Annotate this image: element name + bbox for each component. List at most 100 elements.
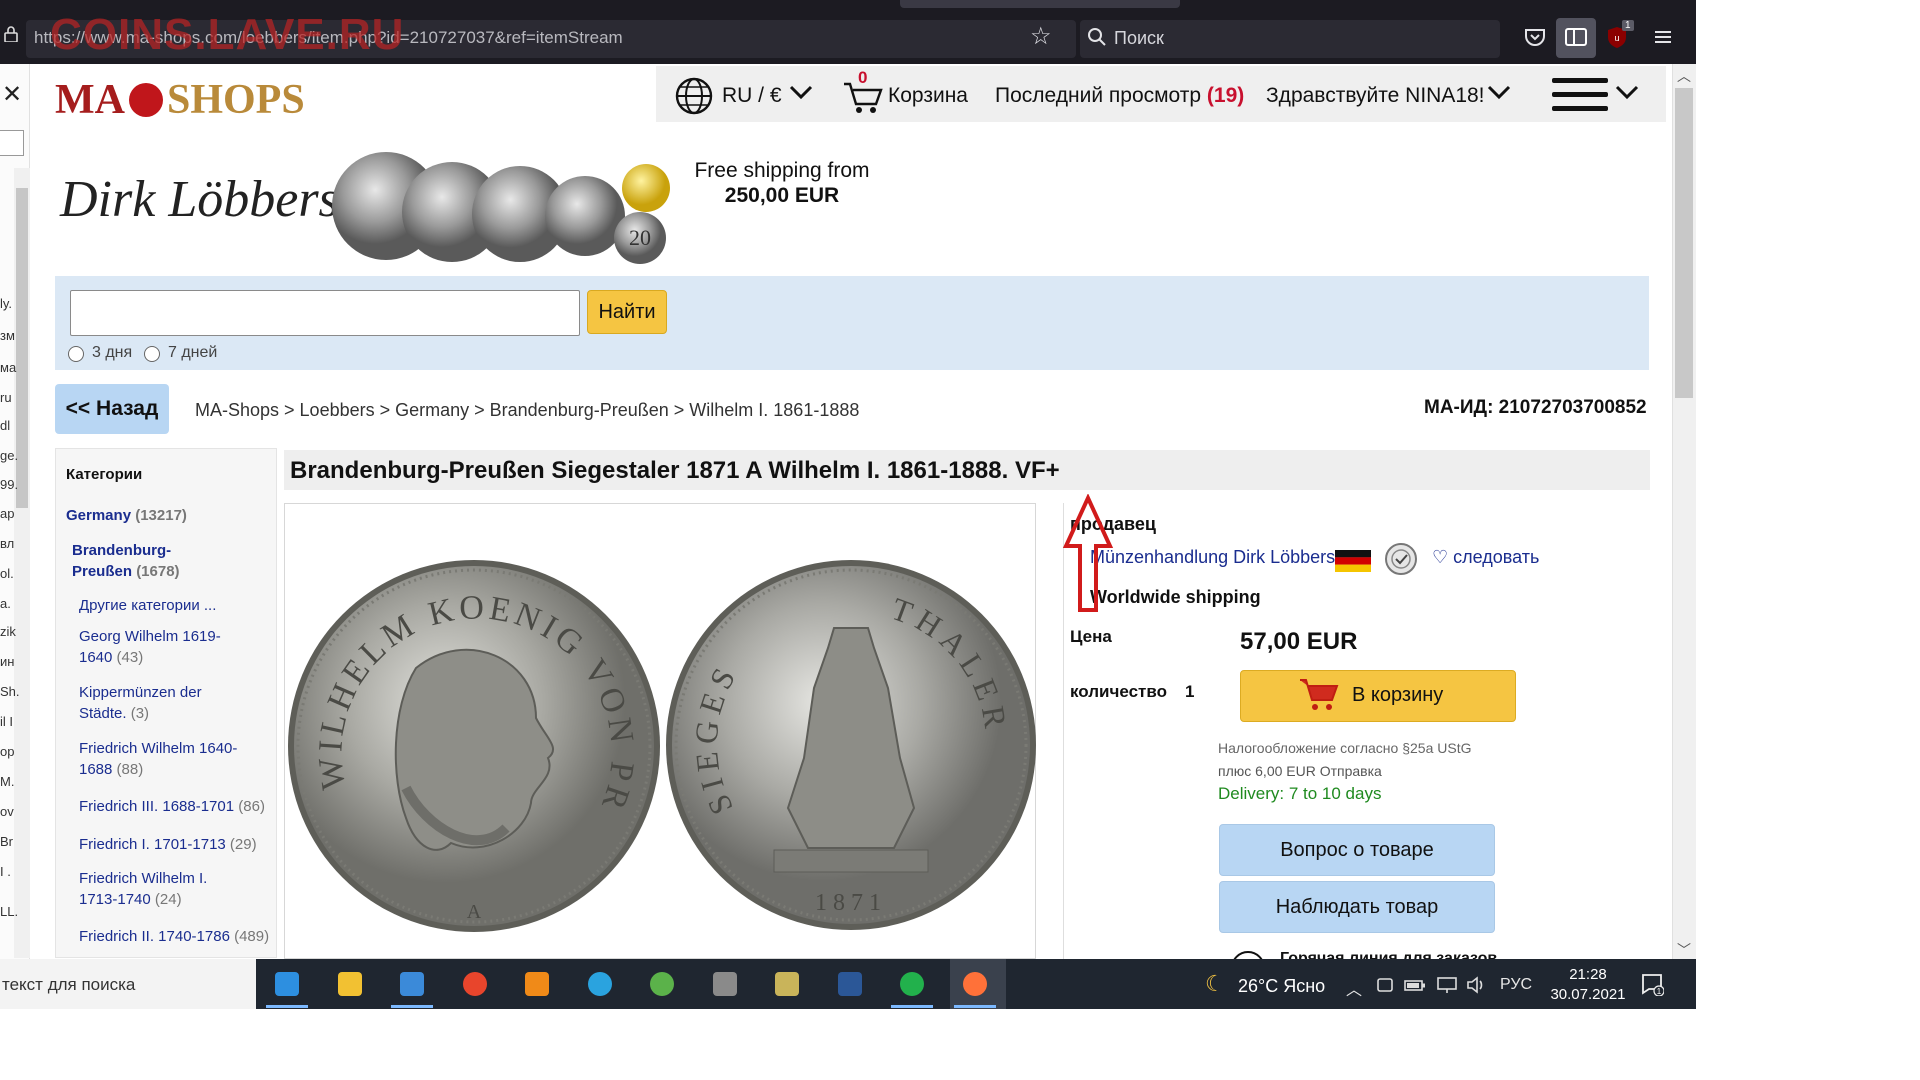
lock-icon[interactable] <box>4 26 18 42</box>
tray-device-icon[interactable] <box>1376 976 1394 994</box>
vlc-icon[interactable] <box>522 969 552 999</box>
page-scrollbar-thumb[interactable] <box>1675 88 1693 398</box>
category-name: Friedrich III. 1688-1701 <box>79 798 235 815</box>
sidebar-text-fragment: op <box>0 744 15 759</box>
category-link[interactable]: Georg Wilhelm 1619-1640 (43) <box>79 626 239 668</box>
seller-link[interactable]: Münzenhandlung Dirk Löbbers <box>1090 547 1335 568</box>
category-link[interactable]: Другие категории ... <box>79 595 269 616</box>
free-shipping-line2: 250,00 EUR <box>724 184 840 207</box>
account-greeting[interactable]: Здравствуйте NINA18! <box>1266 84 1485 108</box>
hamburger-menu-icon[interactable] <box>1550 74 1612 116</box>
close-icon[interactable]: ✕ <box>2 80 22 109</box>
category-name: Другие категории ... <box>79 597 217 614</box>
utorrent-icon[interactable] <box>647 969 677 999</box>
radio-3-days-label[interactable]: 3 дня <box>92 344 132 362</box>
pocket-icon[interactable] <box>1522 24 1548 50</box>
sidebar-text-fragment: ма <box>0 360 17 375</box>
shop-search-input[interactable] <box>70 290 580 336</box>
running-app-indicator <box>266 1005 308 1008</box>
coin-reverse-image[interactable]: SIEGES THALER 1871 <box>664 558 1038 932</box>
sidebar-text-fragment: зм <box>0 328 15 343</box>
category-link[interactable]: Kippermünzen der Städte. (3) <box>79 682 239 724</box>
reader-view-icon <box>1565 28 1587 46</box>
category-link[interactable]: Friedrich Wilhelm 1640-1688 (88) <box>79 738 239 780</box>
dealer-logo-text[interactable]: Dirk Löbbers <box>60 170 339 229</box>
clock-time: 21:28 <box>1569 966 1607 983</box>
find-button[interactable]: Найти <box>587 290 667 334</box>
sidebar-text-fragment: a. <box>0 596 11 611</box>
watch-item-button[interactable]: Наблюдать товар <box>1219 881 1495 933</box>
sidebar-text-fragment: Br <box>0 834 13 849</box>
word-icon[interactable] <box>835 969 865 999</box>
firefox-icon[interactable] <box>960 969 990 999</box>
category-link[interactable]: Friedrich II. 1740-1786 (489) <box>79 926 279 947</box>
browser-search-placeholder[interactable]: Поиск <box>1114 28 1164 49</box>
cart-link[interactable]: Корзина <box>888 84 968 108</box>
order-hotline-text: Горячая линия для заказов <box>1280 950 1498 959</box>
category-link[interactable]: Germany (13217) <box>66 505 266 526</box>
svg-text:u: u <box>1614 33 1619 43</box>
radio-3-days[interactable] <box>68 346 84 362</box>
active-tab-indicator[interactable] <box>900 0 1180 8</box>
category-link[interactable]: Brandenburg-Preußen (1678) <box>72 540 222 582</box>
network-icon[interactable] <box>1436 976 1458 994</box>
chevron-down-icon[interactable] <box>1486 84 1512 102</box>
tray-expand-icon[interactable]: ︿ <box>1346 976 1362 1000</box>
recent-open: ( <box>1206 84 1214 107</box>
add-to-cart-label[interactable]: В корзину <box>1352 684 1443 707</box>
banner-coins-image: 20 <box>332 152 670 264</box>
sidebar-search-input[interactable] <box>0 130 24 156</box>
sidebar-text-fragment: M. <box>0 774 15 789</box>
media-icon[interactable] <box>772 969 802 999</box>
ask-question-button[interactable]: Вопрос о товаре <box>1219 824 1495 876</box>
scroll-up-arrow[interactable]: ︿ <box>1677 66 1691 86</box>
radio-7-days-label[interactable]: 7 дней <box>168 344 217 362</box>
archive-icon[interactable] <box>710 969 740 999</box>
breadcrumb[interactable]: MA-Shops > Loebbers > Germany > Brandenb… <box>195 400 859 421</box>
menu-icon[interactable] <box>1650 24 1676 50</box>
sidebar-text-fragment: ly. <box>0 296 13 311</box>
mail-icon[interactable] <box>397 969 427 999</box>
category-link[interactable]: Friedrich I. 1701-1713 (29) <box>79 834 279 855</box>
category-count: (489) <box>234 928 270 945</box>
chevron-down-icon[interactable] <box>1614 84 1640 102</box>
star-icon[interactable]: ☆ <box>1030 25 1052 49</box>
weather-widget[interactable]: 26°C Ясно <box>1238 976 1325 997</box>
running-app-indicator <box>891 1005 933 1008</box>
sidebar-text-fragment: dl <box>0 418 11 433</box>
price-value: 57,00 EUR <box>1240 628 1358 655</box>
recent-viewed-link[interactable]: Последний просмотр (19) <box>995 84 1244 108</box>
battery-icon[interactable] <box>1404 976 1426 994</box>
explorer-icon[interactable] <box>335 969 365 999</box>
globe-icon[interactable] <box>674 76 714 116</box>
volume-icon[interactable] <box>1466 976 1488 994</box>
certified-seal-icon <box>1385 543 1417 575</box>
scroll-down-arrow[interactable]: ﹀ <box>1677 940 1691 960</box>
chrome-icon[interactable] <box>460 969 490 999</box>
site-logo[interactable]: MA SHOPS <box>55 76 305 124</box>
email-app-icon[interactable] <box>897 969 927 999</box>
taskbar-search-text[interactable]: текст для поиска <box>2 975 135 995</box>
germany-flag-icon <box>1335 550 1371 572</box>
sidebar-text-fragment: ol. <box>0 566 14 581</box>
locale-selector[interactable]: RU / € <box>722 84 782 108</box>
notification-center-icon[interactable]: 1 <box>1640 972 1664 996</box>
follow-seller-link[interactable]: ♡ следовать <box>1432 547 1539 568</box>
back-button[interactable]: << Назад <box>55 384 169 434</box>
edge-icon[interactable] <box>272 969 302 999</box>
category-name: Friedrich Wilhelm I. 1713-1740 <box>79 870 208 908</box>
radio-7-days[interactable] <box>144 346 160 362</box>
chevron-down-icon[interactable] <box>788 84 814 102</box>
sidebar-text-fragment: вл <box>0 536 15 551</box>
category-link[interactable]: Friedrich III. 1688-1701 (86) <box>79 796 279 817</box>
quantity-value: 1 <box>1185 682 1195 701</box>
sidebar-text-fragment: il I <box>0 714 13 729</box>
price-label: Цена <box>1070 627 1112 646</box>
coin-obverse-image[interactable]: WILHELM KOENIG VON PREUSSEN A <box>286 558 662 934</box>
category-link[interactable]: Friedrich Wilhelm I. 1713-1740 (24) <box>79 868 239 910</box>
telegram-icon[interactable] <box>585 969 615 999</box>
tax-note: Налогообложение согласно §25a UStG <box>1218 740 1472 756</box>
sidebar-text-fragment: LL. <box>0 904 19 919</box>
language-indicator[interactable]: РУС <box>1500 976 1532 994</box>
clock[interactable]: 21:28 30.07.2021 <box>1548 965 1628 1005</box>
